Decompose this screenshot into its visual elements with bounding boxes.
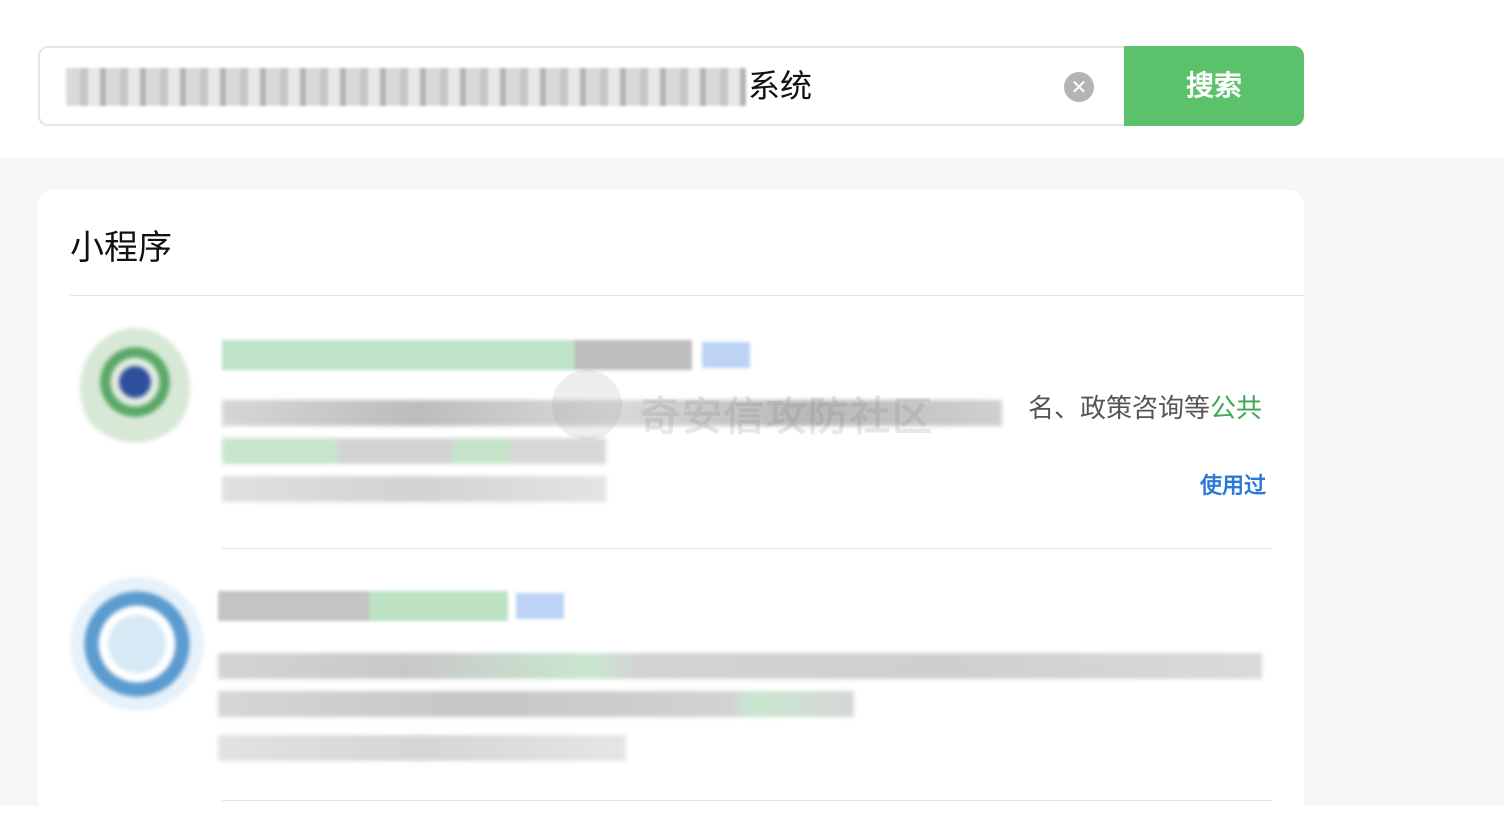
- query-text-suffix: 系统: [748, 67, 813, 105]
- item-meta-redacted: [218, 735, 626, 761]
- item-desc-line2-redacted: [222, 438, 606, 464]
- used-badge: 使用过: [1200, 474, 1267, 499]
- item-tag-redacted: [516, 593, 564, 619]
- item-name-redacted: [218, 591, 508, 621]
- list-item[interactable]: [70, 575, 1272, 805]
- query-text-redacted: [66, 68, 746, 106]
- watermark-text: 奇安信攻防社区: [640, 394, 934, 440]
- item-tag-redacted: [702, 342, 750, 368]
- item-desc-visible: 名、政策咨询等公共: [1028, 392, 1262, 426]
- item-desc-text: 名、政策咨询等: [1028, 394, 1211, 424]
- search-button[interactable]: 搜索: [1124, 46, 1304, 126]
- section-divider: [70, 295, 1304, 296]
- item-meta-redacted: [222, 476, 606, 502]
- item-desc-redacted: [218, 653, 1262, 679]
- watermark-logo-icon: [552, 370, 622, 440]
- results-card: 小程序 名、政策咨询等公共 使用过: [38, 190, 1304, 830]
- item-desc-highlight: 公共: [1210, 394, 1263, 424]
- search-input[interactable]: 系统 ✕: [38, 46, 1126, 126]
- miniprogram-avatar: [80, 328, 190, 448]
- miniprogram-avatar: [70, 577, 204, 711]
- item-divider: [222, 548, 1272, 549]
- clear-icon[interactable]: ✕: [1064, 72, 1094, 102]
- section-title: 小程序: [70, 228, 172, 268]
- item-desc-line2-redacted: [218, 691, 854, 717]
- item-name-redacted: [222, 340, 692, 370]
- item-divider: [222, 800, 1272, 801]
